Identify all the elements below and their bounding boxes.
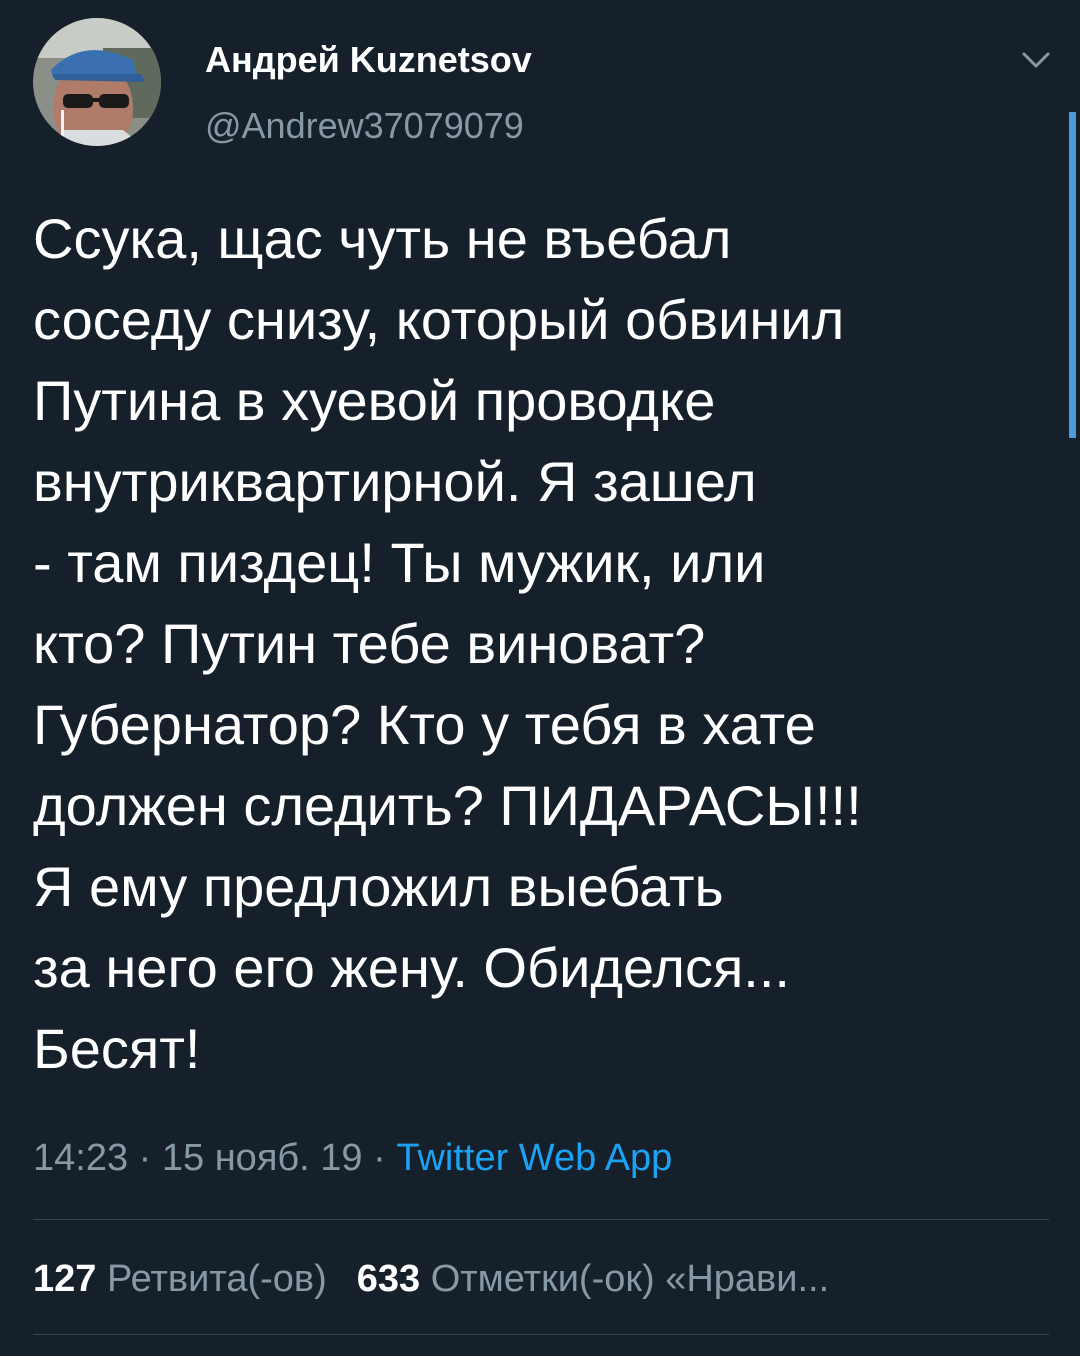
author-display-name[interactable]: Андрей Kuznetsov	[205, 36, 532, 84]
avatar-photo	[33, 18, 161, 146]
chevron-down-icon[interactable]	[1016, 44, 1056, 74]
scroll-indicator	[1069, 112, 1076, 438]
avatar[interactable]	[33, 18, 161, 146]
retweets-count: 127	[33, 1258, 97, 1300]
tweet-source-link[interactable]: Twitter Web App	[396, 1137, 672, 1179]
retweets-stat[interactable]: 127 Ретвита(-ов)	[33, 1258, 327, 1300]
likes-label: Отметки(-ок) «Нрави...	[430, 1258, 830, 1300]
meta-separator: ·	[138, 1137, 152, 1179]
meta-separator: ·	[373, 1137, 386, 1179]
divider	[33, 1334, 1049, 1335]
tweet-meta: 14:23 · 15 нояб. 19 · Twitter Web App	[33, 1133, 672, 1183]
retweets-label: Ретвита(-ов)	[106, 1258, 327, 1300]
tweet-date: 15 нояб. 19	[161, 1137, 363, 1179]
divider	[33, 1219, 1049, 1220]
tweet-time: 14:23	[33, 1137, 129, 1179]
likes-count: 633	[356, 1258, 421, 1300]
author-handle[interactable]: @Andrew37079079	[205, 102, 524, 150]
likes-stat[interactable]: 633 Отметки(-ок) «Нрави...	[357, 1258, 829, 1300]
tweet-text: Ссука, щас чуть не въебал соседу снизу, …	[33, 207, 862, 1080]
tweet-stats: 127 Ретвита(-ов) 633 Отметки(-ок) «Нрави.…	[33, 1254, 1049, 1304]
